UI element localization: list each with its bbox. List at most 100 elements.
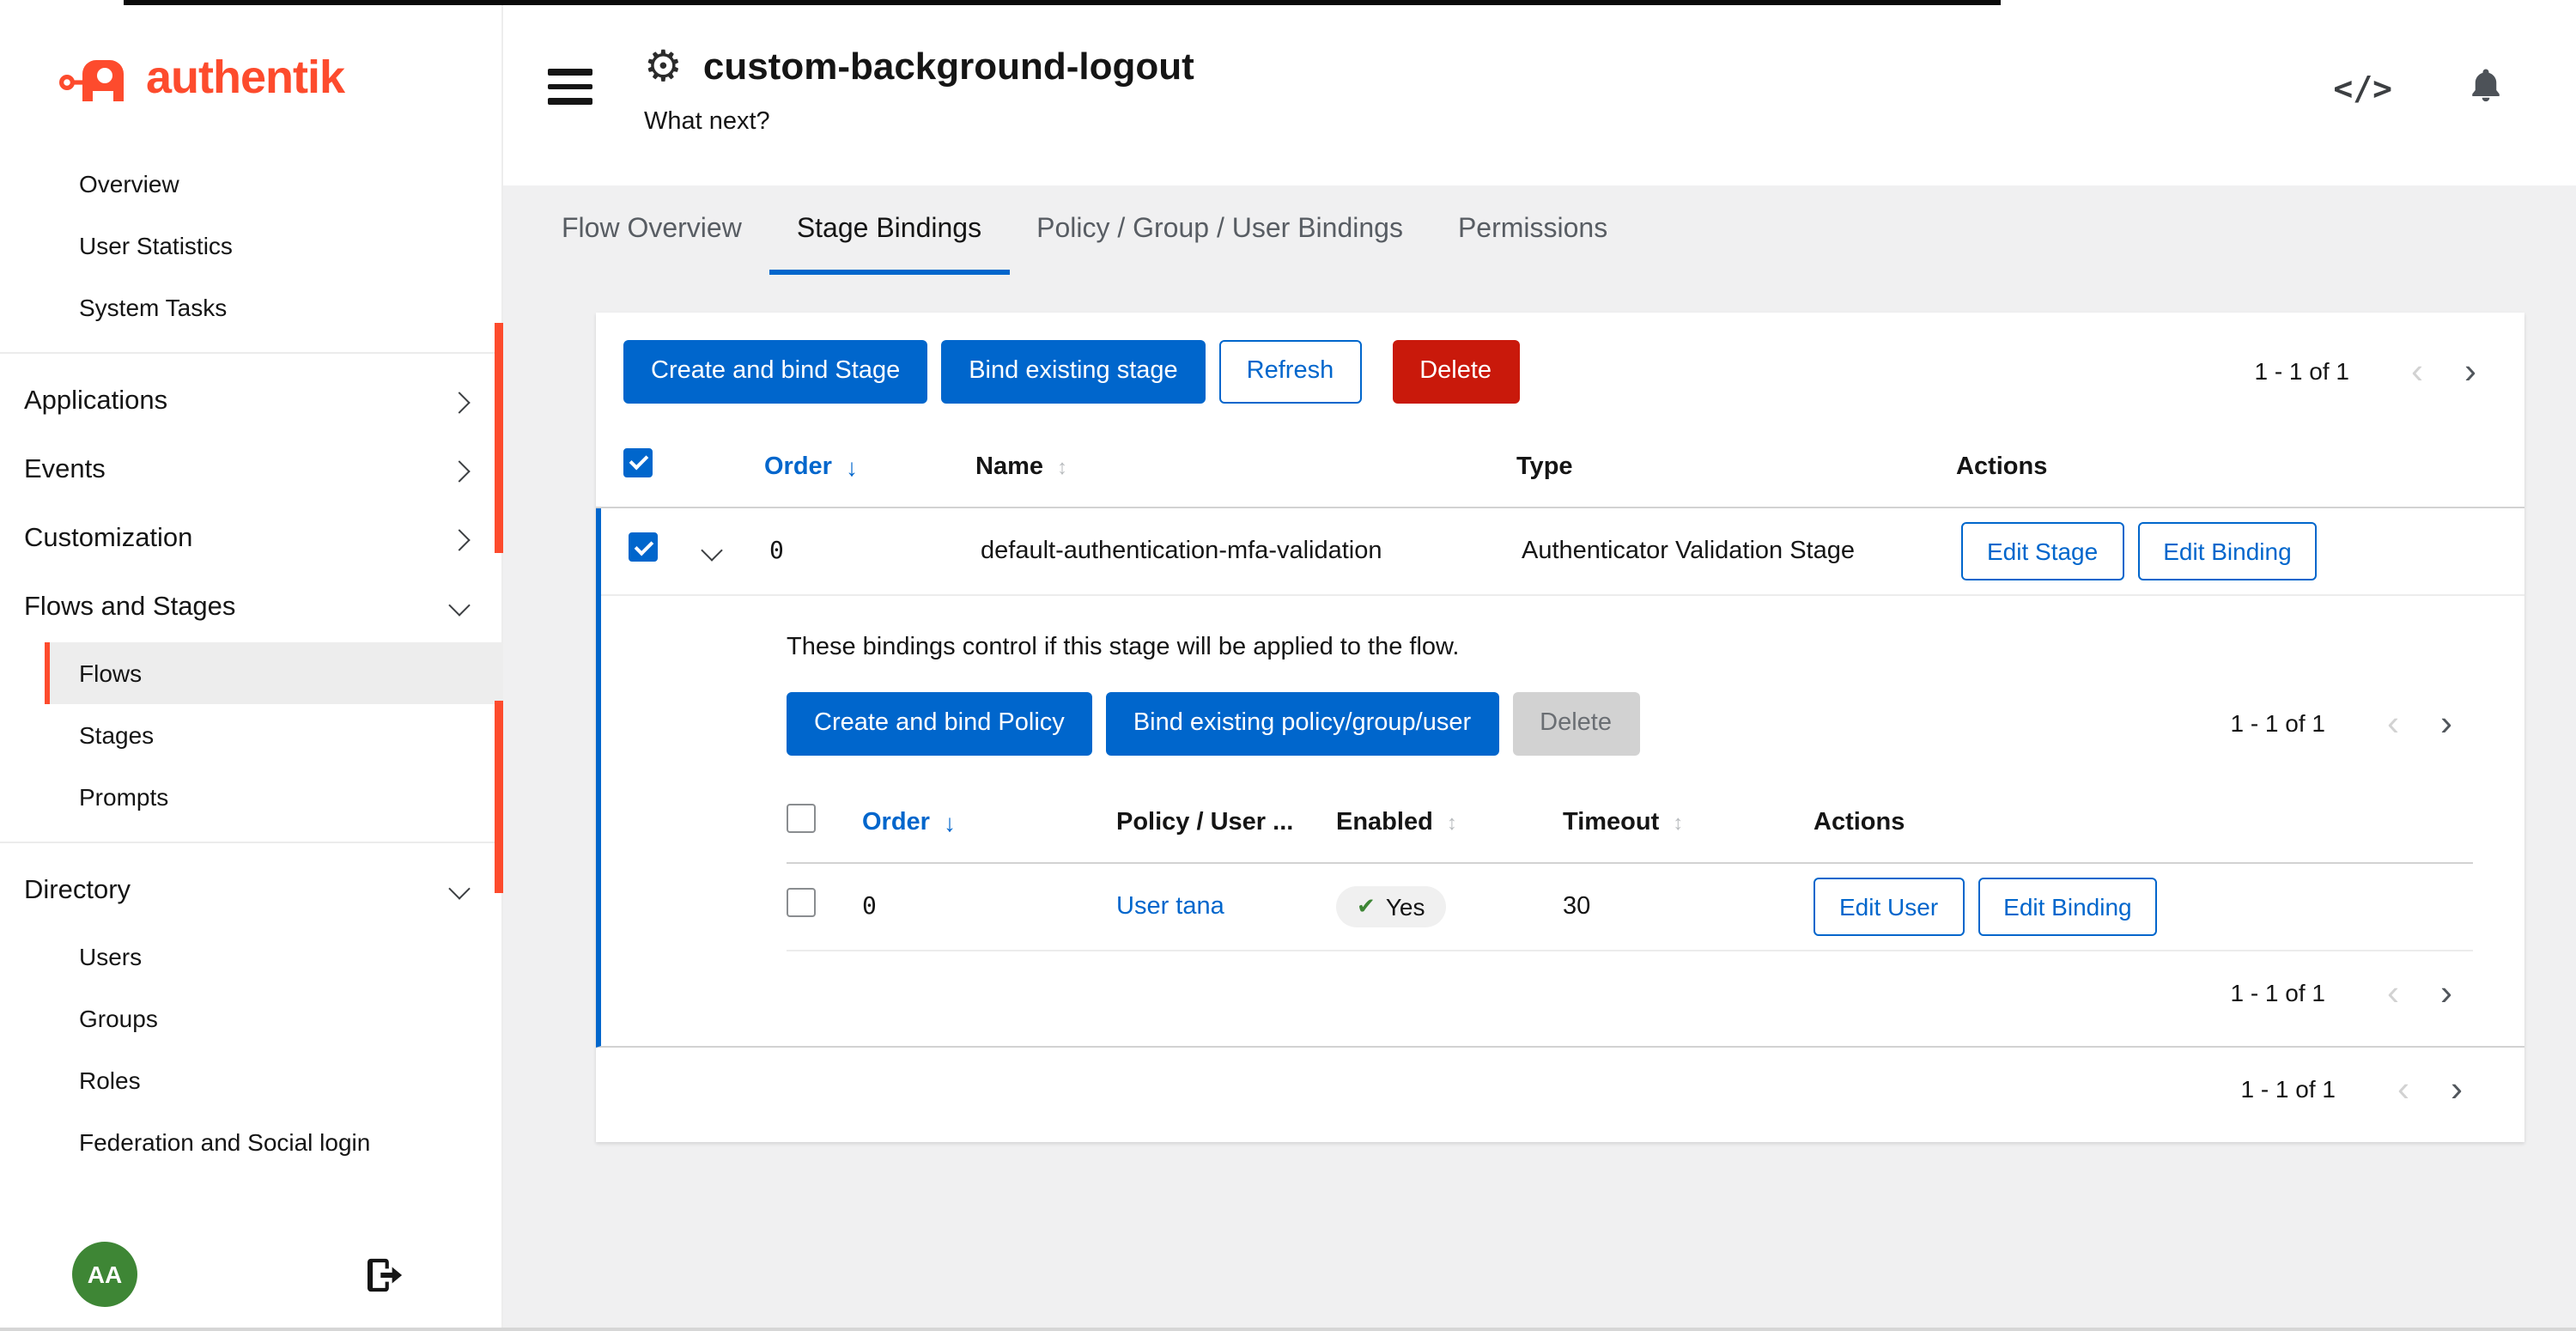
pagination-label: 1 - 1 of 1	[2230, 979, 2325, 1006]
pagination-prev-icon[interactable]: ‹	[2391, 354, 2444, 390]
stage-table-row: 0 default-authentication-mfa-validation …	[601, 508, 2524, 596]
column-header-policy-order[interactable]: Order ↓	[862, 808, 1116, 836]
sidebar-item-groups[interactable]: Groups	[0, 988, 501, 1049]
tab-policy-group-user-bindings[interactable]: Policy / Group / User Bindings	[1009, 185, 1431, 275]
policy-pagination-bottom-row: 1 - 1 of 1 ‹ ›	[787, 951, 2473, 1045]
pagination-label: 1 - 1 of 1	[2230, 710, 2325, 738]
stage-order-value: 0	[769, 538, 981, 565]
column-header-actions: Actions	[1956, 453, 2497, 481]
page-header: ⚙ custom-background-logout What next? </…	[503, 0, 2576, 185]
edit-stage-button[interactable]: Edit Stage	[1961, 522, 2123, 580]
browser-bottom-edge	[0, 1328, 2576, 1331]
delete-policy-binding-button[interactable]: Delete	[1512, 692, 1639, 756]
authentik-logo-icon	[58, 52, 134, 104]
api-drawer-icon[interactable]: </>	[2333, 70, 2392, 107]
policy-table-header: Order ↓ Policy / User ... Enabled ↕	[787, 782, 2473, 863]
sidebar-section-label: Events	[24, 455, 106, 486]
row-checkbox[interactable]	[629, 533, 658, 562]
sidebar-item-roles[interactable]: Roles	[0, 1049, 501, 1111]
column-header-type: Type	[1516, 453, 1956, 481]
stage-bindings-card: Create and bind Stage Bind existing stag…	[596, 313, 2524, 1141]
tab-permissions[interactable]: Permissions	[1431, 185, 1635, 275]
sort-desc-icon: ↓	[846, 453, 858, 481]
tab-flow-overview[interactable]: Flow Overview	[534, 185, 769, 275]
sidebar-item-user-statistics[interactable]: User Statistics	[0, 215, 501, 277]
policy-pagination-top: 1 - 1 of 1 ‹ ›	[2230, 706, 2473, 742]
sort-icon: ↕	[1057, 455, 1067, 479]
chevron-right-icon	[448, 528, 470, 550]
column-header-order[interactable]: Order ↓	[764, 453, 975, 481]
bind-existing-stage-button[interactable]: Bind existing stage	[941, 340, 1205, 404]
sidebar-footer: AA	[0, 1242, 501, 1331]
refresh-button[interactable]: Refresh	[1219, 340, 1362, 404]
sidebar-section-directory[interactable]: Directory	[0, 857, 501, 926]
stage-table-header: Order ↓ Name ↕ Type Actions	[596, 428, 2524, 508]
sidebar-section-label: Flows and Stages	[24, 593, 235, 623]
sidebar-item-prompts[interactable]: Prompts	[0, 766, 501, 828]
create-and-bind-stage-button[interactable]: Create and bind Stage	[623, 340, 927, 404]
sidebar-section-flows-and-stages[interactable]: Flows and Stages	[0, 574, 501, 642]
pagination-next-icon[interactable]: ›	[2444, 354, 2497, 390]
column-header-policy-user[interactable]: Policy / User ...	[1116, 808, 1336, 836]
pagination-next-icon[interactable]: ›	[2430, 1071, 2483, 1107]
policy-row-checkbox[interactable]	[787, 888, 816, 917]
sidebar-active-section-indicator	[495, 701, 503, 893]
chevron-down-icon	[448, 878, 470, 899]
sidebar: authentik Overview User Statistics Syste…	[0, 0, 503, 1331]
sidebar-item-stages[interactable]: Stages	[0, 704, 501, 766]
policy-select-all-checkbox[interactable]	[787, 803, 816, 832]
stage-row-group: 0 default-authentication-mfa-validation …	[596, 508, 2524, 1048]
page-title: custom-background-logout	[703, 45, 1194, 89]
pagination-label: 1 - 1 of 1	[2254, 358, 2349, 386]
authentik-logo[interactable]: authentik	[0, 0, 501, 146]
column-header-name[interactable]: Name ↕	[975, 453, 1516, 481]
pagination-prev-icon[interactable]: ‹	[2377, 1071, 2430, 1107]
sidebar-section-label: Directory	[24, 876, 131, 907]
enabled-status-badge: ✔ Yes	[1336, 885, 1446, 927]
sidebar-item-users[interactable]: Users	[0, 926, 501, 988]
notification-bell-icon[interactable]	[2468, 65, 2504, 112]
sidebar-item-federation-social-login[interactable]: Federation and Social login	[0, 1111, 501, 1173]
sidebar-item-flows[interactable]: Flows	[45, 642, 501, 704]
pagination-next-icon[interactable]: ›	[2420, 975, 2473, 1011]
sidebar-active-section-indicator	[495, 323, 503, 553]
policy-pagination-bottom: 1 - 1 of 1 ‹ ›	[2230, 975, 2473, 1011]
create-and-bind-policy-button[interactable]: Create and bind Policy	[787, 692, 1092, 756]
bindings-description: These bindings control if this stage wil…	[787, 634, 2473, 661]
select-all-checkbox[interactable]	[623, 448, 653, 477]
sidebar-section-customization[interactable]: Customization	[0, 505, 501, 574]
sort-icon: ↕	[1673, 810, 1683, 834]
column-header-timeout[interactable]: Timeout ↕	[1563, 808, 1814, 836]
check-icon: ✔	[1357, 892, 1376, 920]
collapse-row-icon[interactable]	[701, 539, 722, 561]
pagination-next-icon[interactable]: ›	[2420, 706, 2473, 742]
policy-toolbar: Create and bind Policy Bind existing pol…	[787, 692, 2473, 783]
edit-binding-button[interactable]: Edit Binding	[2137, 522, 2317, 580]
sidebar-section-events[interactable]: Events	[0, 436, 501, 505]
pagination-prev-icon[interactable]: ‹	[2366, 975, 2420, 1011]
browser-top-edge	[124, 0, 2001, 5]
column-header-enabled[interactable]: Enabled ↕	[1336, 808, 1563, 836]
edit-policy-binding-button[interactable]: Edit Binding	[1978, 877, 2157, 935]
avatar[interactable]: AA	[72, 1242, 137, 1307]
hamburger-menu-button[interactable]	[548, 69, 592, 110]
sidebar-section-label: Customization	[24, 524, 192, 555]
edit-user-button[interactable]: Edit User	[1814, 877, 1964, 935]
page-subtitle: What next?	[644, 108, 1194, 136]
sidebar-item-overview[interactable]: Overview	[0, 153, 501, 215]
flow-stage-icon: ⚙	[644, 46, 683, 88]
expanded-stage-detail: These bindings control if this stage wil…	[601, 596, 2524, 1046]
stage-name-value: default-authentication-mfa-validation	[981, 538, 1522, 565]
policy-user-link[interactable]: User tana	[1116, 892, 1224, 920]
logout-icon[interactable]	[366, 1256, 405, 1292]
sidebar-nav: Overview User Statistics System Tasks Ap…	[0, 146, 501, 1180]
pagination-prev-icon[interactable]: ‹	[2366, 706, 2420, 742]
sidebar-section-applications[interactable]: Applications	[0, 368, 501, 436]
tab-stage-bindings[interactable]: Stage Bindings	[769, 185, 1009, 275]
stage-type-value: Authenticator Validation Stage	[1522, 538, 1961, 565]
delete-button[interactable]: Delete	[1392, 340, 1519, 404]
bind-existing-policy-button[interactable]: Bind existing policy/group/user	[1106, 692, 1498, 756]
authentik-logo-text: authentik	[146, 52, 344, 105]
sidebar-item-system-tasks[interactable]: System Tasks	[0, 277, 501, 338]
content-area: Create and bind Stage Bind existing stag…	[503, 275, 2576, 1331]
